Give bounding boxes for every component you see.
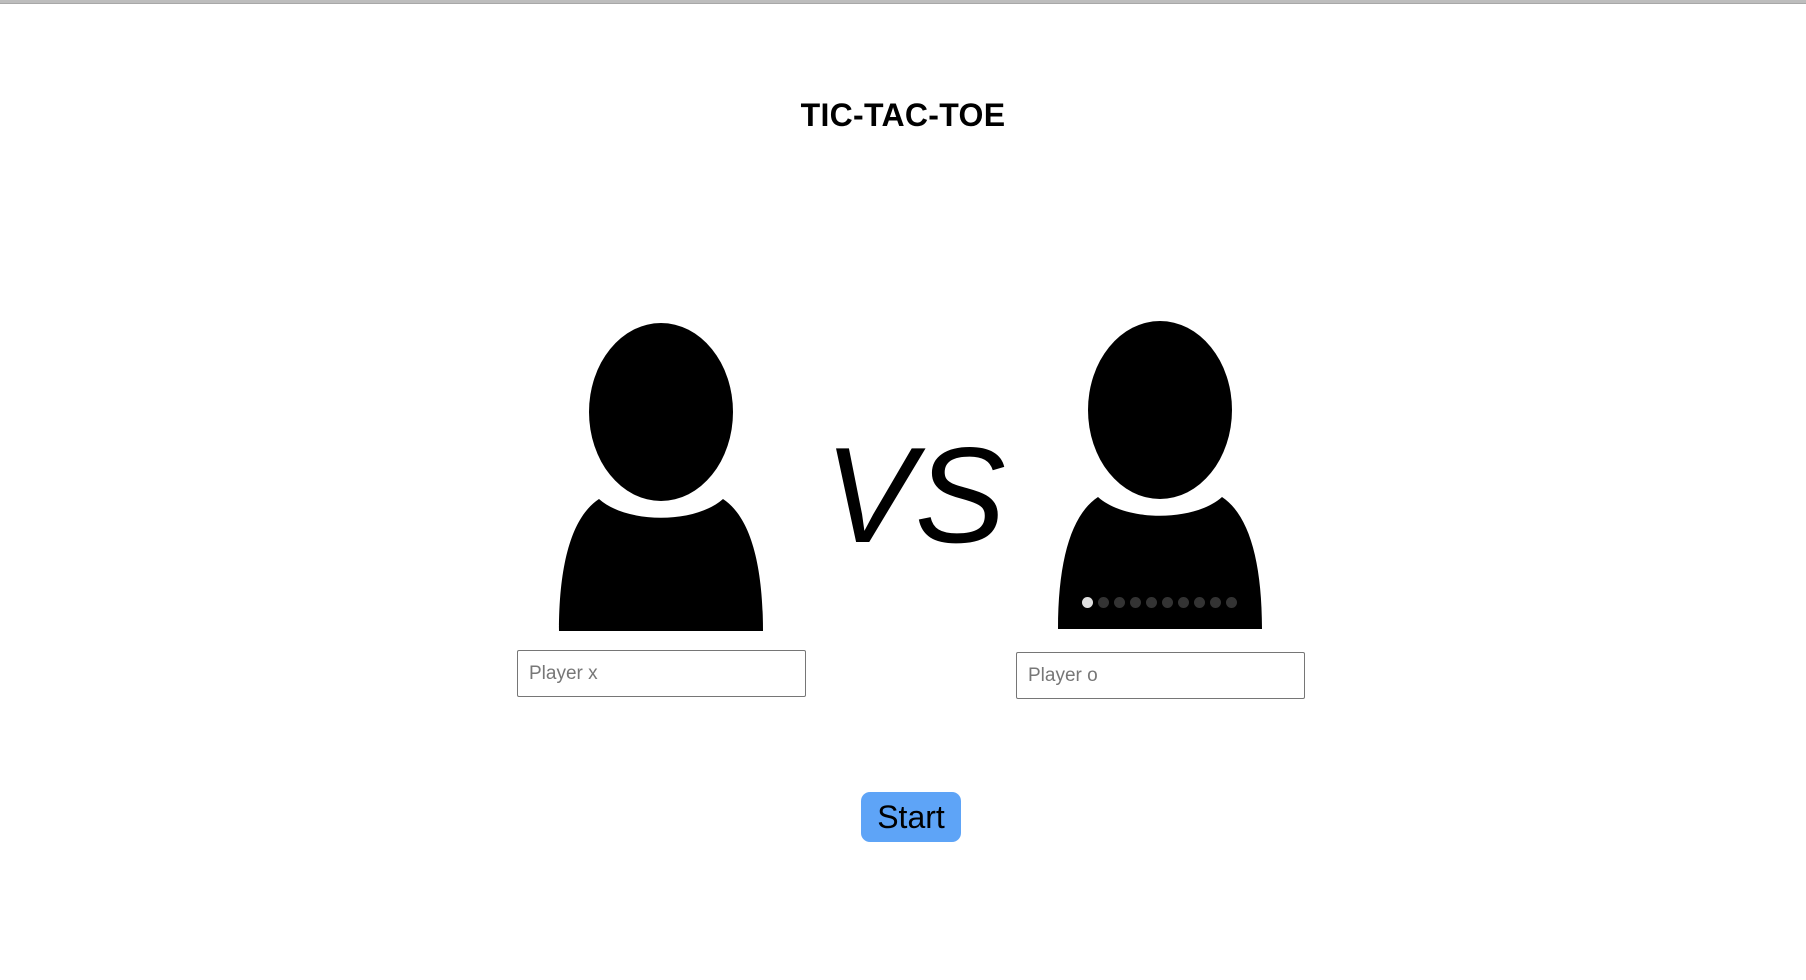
page-title: TIC-TAC-TOE [800,97,1006,133]
player-o-avatar [1040,314,1280,629]
person-silhouette-icon [559,323,763,631]
player-x-avatar [541,316,781,631]
carousel-dot[interactable] [1098,597,1109,608]
player-o-name-input[interactable] [1016,652,1305,699]
carousel-dot[interactable] [1082,597,1093,608]
carousel-dots [1082,597,1237,608]
start-button[interactable]: Start [861,792,961,842]
person-silhouette-icon [1058,321,1262,629]
carousel-dot[interactable] [1210,597,1221,608]
carousel-dot[interactable] [1194,597,1205,608]
carousel-dot[interactable] [1146,597,1157,608]
start-screen: TIC-TAC-TOE VS Start [0,0,1806,980]
carousel-dot[interactable] [1178,597,1189,608]
carousel-dot[interactable] [1226,597,1237,608]
carousel-dot[interactable] [1114,597,1125,608]
player-x-name-input[interactable] [517,650,806,697]
versus-label: VS [824,419,1006,571]
window-top-border [0,0,1806,4]
carousel-dot[interactable] [1130,597,1141,608]
carousel-dot[interactable] [1162,597,1173,608]
